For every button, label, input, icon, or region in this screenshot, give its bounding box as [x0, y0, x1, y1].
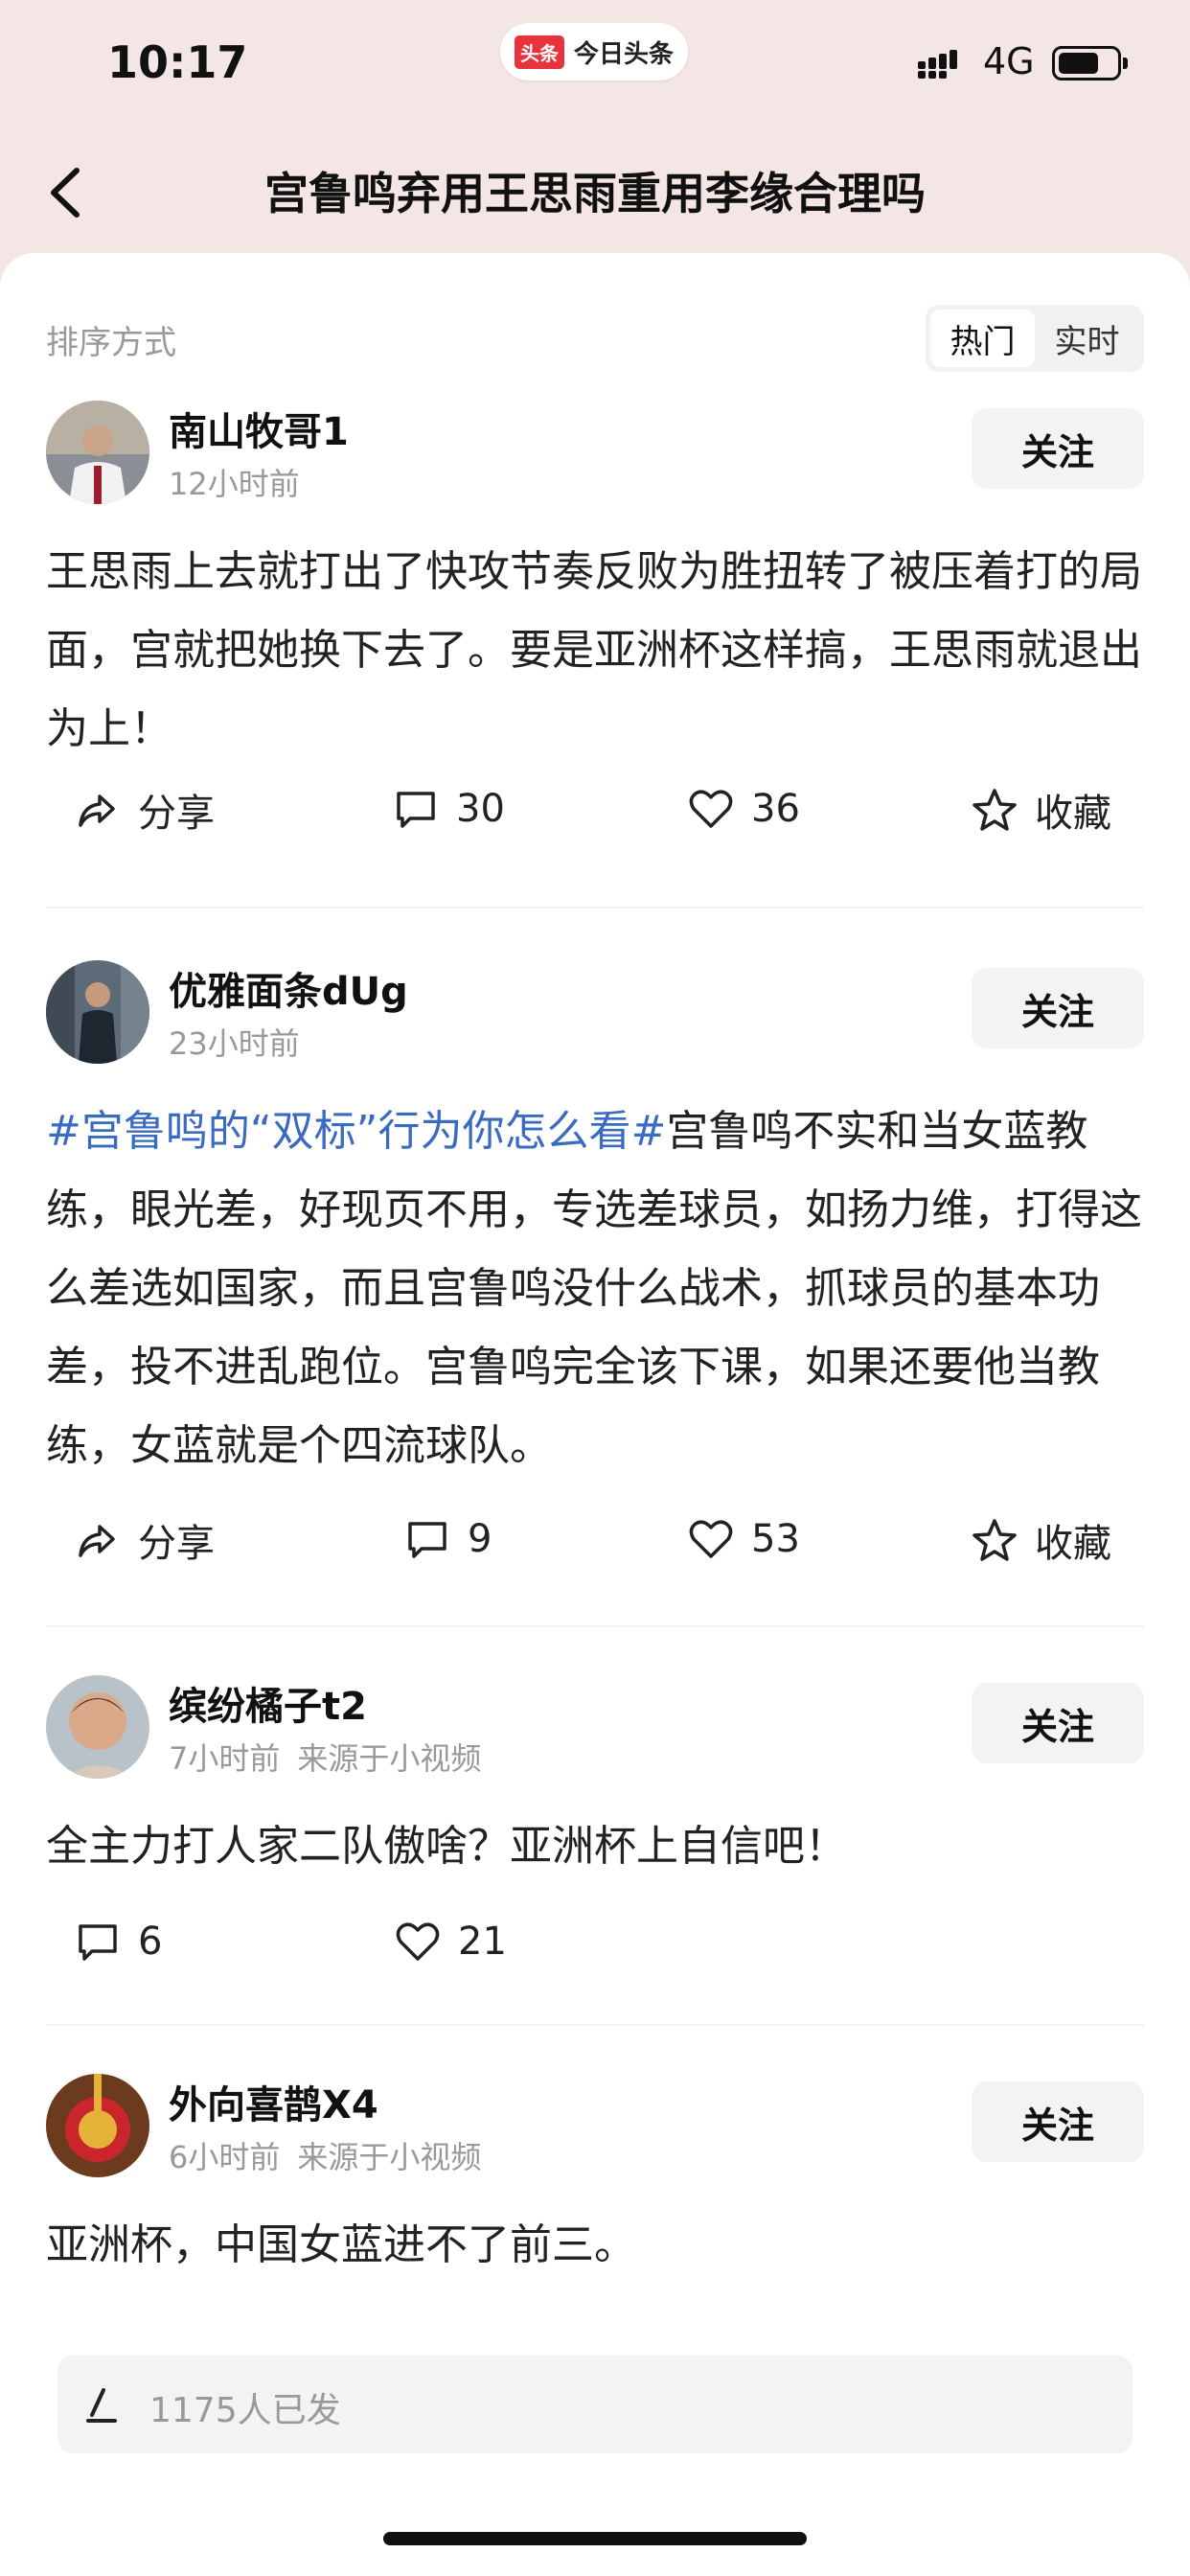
comment-icon	[408, 1522, 446, 1558]
follow-button[interactable]: 关注	[972, 968, 1144, 1048]
comment-body: 全主力打人家二队傲啥？亚洲杯上自信吧！	[46, 1822, 847, 1871]
favorite-button[interactable]: 收藏	[968, 1512, 1111, 1568]
post-meta: 7小时前 来源于小视频	[169, 1735, 481, 1779]
star-icon	[973, 789, 1017, 831]
battery-icon	[1052, 46, 1128, 80]
app-name: 今日头条	[573, 39, 674, 69]
share-label: 分享	[138, 1522, 215, 1566]
heart-icon	[396, 1922, 440, 1961]
comment-count: 9	[468, 1517, 492, 1561]
network-type: 4G	[983, 40, 1035, 82]
share-label: 分享	[138, 792, 215, 836]
comment-item: 南山牧哥1 12小时前 关注 王思雨上去就打出了快攻节奏反败为胜扭转了被压着打的…	[46, 401, 1144, 836]
pen-icon	[86, 2388, 117, 2423]
like-button[interactable]: 53	[684, 1512, 800, 1566]
avatar[interactable]	[46, 2074, 149, 2177]
favorite-label: 收藏	[1035, 1522, 1111, 1566]
post-source: 来源于小视频	[297, 1740, 482, 1777]
comment-button[interactable]: 6	[71, 1915, 162, 1968]
comment-composer[interactable]: 1175人已发	[57, 2356, 1133, 2453]
sort-label: 排序方式	[46, 324, 176, 362]
page-title: 宫鲁鸣弃用王思雨重用李缘合理吗	[264, 168, 926, 219]
post-time: 7小时前	[169, 1740, 281, 1777]
post-time: 6小时前	[169, 2139, 281, 2175]
star-icon	[973, 1519, 1017, 1561]
post-meta: 23小时前	[169, 1020, 300, 1064]
post-source: 来源于小视频	[297, 2139, 482, 2175]
comment-item: 外向喜鹊X4 6小时前 来源于小视频 关注 亚洲杯，中国女蓝进不了前三。	[46, 2074, 1144, 2323]
comment-count: 30	[456, 787, 505, 831]
post-meta: 6小时前 来源于小视频	[169, 2133, 481, 2177]
hashtag-link[interactable]: #宫鲁鸣的“双标”行为你怎么看#	[46, 1107, 666, 1156]
composer-placeholder: 1175人已发	[149, 2391, 341, 2430]
heart-icon	[689, 790, 733, 828]
like-button[interactable]: 21	[391, 1915, 507, 1968]
comment-text: 王思雨上去就打出了快攻节奏反败为胜扭转了被压着打的局面，宫就把她换下去了。要是亚…	[46, 533, 1144, 769]
comment-icon	[397, 792, 435, 828]
action-bar: 6 21	[46, 1915, 1144, 1982]
comment-count: 6	[138, 1920, 163, 1964]
follow-button[interactable]: 关注	[972, 2082, 1144, 2162]
like-count: 53	[751, 1517, 800, 1561]
like-count: 21	[458, 1920, 507, 1964]
comment-text: 全主力打人家二队傲啥？亚洲杯上自信吧！	[46, 1807, 1144, 1886]
share-button[interactable]: 分享	[71, 1512, 215, 1568]
like-button[interactable]: 36	[684, 782, 800, 836]
comment-item: 优雅面条dUg 23小时前 关注 #宫鲁鸣的“双标”行为你怎么看#宫鲁鸣不实和当…	[46, 960, 1144, 1612]
author-name[interactable]: 缤纷橘子t2	[169, 1675, 367, 1731]
sort-option-hot[interactable]: 热门	[930, 310, 1035, 367]
avatar[interactable]	[46, 1675, 149, 1779]
follow-button[interactable]: 关注	[972, 408, 1144, 489]
follow-button[interactable]: 关注	[972, 1683, 1144, 1763]
toutiao-logo-icon: 头条	[514, 34, 564, 69]
comment-icon	[79, 1924, 117, 1961]
author-name[interactable]: 南山牧哥1	[169, 401, 349, 456]
comment-item: 缤纷橘子t2 7小时前 来源于小视频 关注 全主力打人家二队傲啥？亚洲杯上自信吧！…	[46, 1675, 1144, 1991]
comments-panel: 排序方式 热门 实时 南山牧哥1 12小时前 关注 王思雨上去就打出了快攻节奏反…	[0, 253, 1190, 2576]
avatar[interactable]	[46, 401, 149, 504]
title-bar: 宫鲁鸣弃用王思雨重用李缘合理吗	[0, 125, 1190, 254]
author-name[interactable]: 外向喜鹊X4	[169, 2074, 378, 2129]
post-time: 23小时前	[169, 1025, 300, 1062]
divider	[46, 2024, 1144, 2026]
post-meta: 12小时前	[169, 460, 300, 504]
sort-toggle: 热门 实时	[926, 305, 1144, 372]
comment-button[interactable]: 30	[389, 782, 505, 836]
comment-button[interactable]: 9	[400, 1512, 492, 1566]
heart-icon	[689, 1520, 733, 1558]
status-time: 10:17	[107, 36, 248, 88]
home-indicator[interactable]	[383, 2532, 807, 2545]
share-icon	[79, 1525, 115, 1557]
status-bar: 10:17 头条 今日头条 4G	[0, 0, 1190, 125]
action-bar: 分享 30 36 收藏	[46, 782, 1144, 849]
divider	[46, 907, 1144, 908]
favorite-label: 收藏	[1035, 792, 1111, 836]
sort-row: 排序方式 热门 实时	[46, 305, 1144, 372]
comment-text: #宫鲁鸣的“双标”行为你怎么看#宫鲁鸣不实和当女蓝教练，眼光差，好现页不用，专选…	[46, 1092, 1144, 1485]
app-indicator-pill[interactable]: 头条 今日头条	[500, 23, 688, 80]
favorite-button[interactable]: 收藏	[968, 782, 1111, 838]
action-bar: 分享 9 53 收藏	[46, 1512, 1144, 1579]
share-icon	[79, 794, 115, 827]
divider	[46, 1625, 1144, 1627]
comment-body: 宫鲁鸣不实和当女蓝教练，眼光差，好现页不用，专选差球员，如扬力维，打得这么差选如…	[46, 1107, 1142, 1470]
battery-level	[1059, 53, 1098, 74]
sort-option-latest[interactable]: 实时	[1035, 310, 1139, 367]
comment-text: 亚洲杯，中国女蓝进不了前三。	[46, 2206, 1144, 2285]
comment-body: 王思雨上去就打出了快攻节奏反败为胜扭转了被压着打的局面，宫就把她换下去了。要是亚…	[46, 547, 1142, 753]
avatar[interactable]	[46, 960, 149, 1064]
author-name[interactable]: 优雅面条dUg	[169, 960, 408, 1016]
post-time: 12小时前	[169, 466, 300, 502]
like-count: 36	[751, 787, 800, 831]
comment-body: 亚洲杯，中国女蓝进不了前三。	[46, 2220, 636, 2269]
share-button[interactable]: 分享	[71, 782, 215, 838]
cellular-signal-icon	[918, 50, 957, 79]
